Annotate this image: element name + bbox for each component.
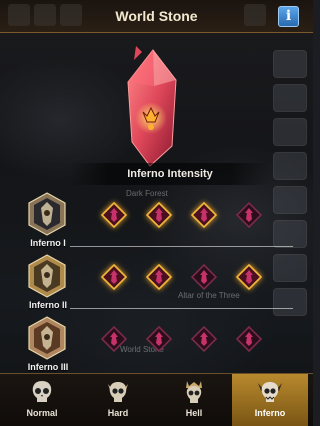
horned-skull-icon (108, 382, 128, 402)
background-label: Dark Forest (126, 189, 168, 198)
tab-hard[interactable]: Hard (80, 374, 156, 426)
inferno-gem-icon[interactable] (101, 202, 127, 228)
info-button[interactable]: i (278, 6, 299, 27)
inferno-tier-badge-icon (28, 316, 66, 360)
tab-label: Inferno (254, 408, 286, 418)
tab-normal[interactable]: Normal (4, 374, 80, 426)
inferno-gem-icon[interactable] (146, 326, 172, 352)
inferno-gem-icon[interactable] (146, 264, 172, 290)
difficulty-tab-bar: Normal Hard Hell Inferno (0, 373, 313, 426)
demon-skull-icon (258, 382, 282, 402)
inferno-gem-icon[interactable] (146, 202, 172, 228)
inferno-gem-icon[interactable] (101, 326, 127, 352)
background-side-menu (273, 50, 307, 316)
skull-icon (32, 381, 52, 402)
crowned-skull-icon (186, 381, 202, 403)
tab-label: Hell (185, 408, 203, 418)
inferno-tier-badge-icon (28, 254, 66, 298)
inferno-gem-icon[interactable] (191, 326, 217, 352)
tab-hell[interactable]: Hell (156, 374, 232, 426)
world-stone-crystal-icon (127, 46, 177, 167)
inferno-gem-icon[interactable] (236, 326, 262, 352)
page-title: World Stone (115, 8, 198, 24)
tier-label: Inferno III (27, 362, 69, 372)
inferno-intensity-title: Inferno Intensity (70, 163, 270, 185)
header-bar: World Stone i (0, 0, 313, 33)
inferno-gem-icon[interactable] (236, 202, 262, 228)
inferno-tier-badge-icon (28, 192, 66, 236)
tab-inferno[interactable]: Inferno (232, 374, 308, 426)
inferno-gem-icon[interactable] (191, 264, 217, 290)
inferno-gem-icon[interactable] (101, 264, 127, 290)
inferno-gem-icon[interactable] (236, 264, 262, 290)
inferno-gem-icon[interactable] (191, 202, 217, 228)
tab-label: Hard (107, 408, 129, 418)
background-label: Altar of the Three (178, 291, 240, 300)
tab-label: Normal (26, 408, 58, 418)
tier-separator (70, 246, 293, 247)
tier-separator (70, 308, 293, 309)
